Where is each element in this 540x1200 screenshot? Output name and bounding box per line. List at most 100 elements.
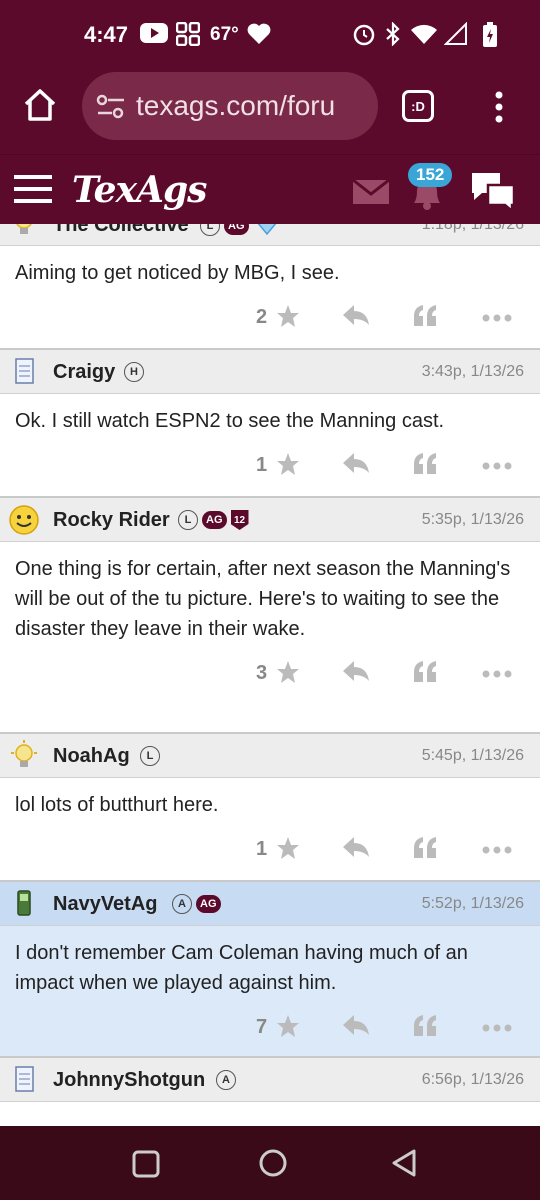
post-actions: 1 — [0, 436, 540, 498]
tab-switcher-button[interactable]: :D — [402, 90, 434, 122]
quote-icon[interactable] — [412, 304, 438, 328]
star-count: 1 — [256, 838, 268, 860]
lightbulb-icon — [16, 224, 32, 234]
more-options-icon[interactable] — [482, 670, 512, 678]
mail-icon[interactable] — [352, 179, 390, 205]
reply-icon[interactable] — [342, 836, 370, 858]
post-time: 5:52p, 1/13/26 — [421, 895, 524, 912]
smiley-icon — [9, 505, 39, 535]
tab-switcher-label: :D — [411, 98, 425, 114]
phone-icon — [17, 890, 31, 916]
reply-icon[interactable] — [342, 304, 370, 326]
more-options-icon[interactable] — [482, 314, 512, 322]
diamond-icon — [257, 224, 276, 236]
post-header: NoahAg L 5:45p, 1/13/26 — [0, 734, 540, 778]
post-username[interactable]: Craigy — [53, 361, 115, 384]
home-nav-icon[interactable] — [258, 1148, 288, 1178]
home-icon[interactable] — [22, 88, 58, 122]
star-count: 3 — [256, 662, 268, 684]
address-bar[interactable]: texags.com/foru — [82, 72, 378, 140]
site-header: TexAgs 152 — [0, 154, 540, 224]
heart-icon — [247, 23, 271, 44]
reply-icon[interactable] — [342, 1014, 370, 1036]
user-tags: L — [140, 746, 160, 766]
more-options-icon[interactable] — [482, 846, 512, 854]
browser-menu-icon[interactable] — [494, 90, 504, 124]
reply-icon[interactable] — [342, 660, 370, 682]
tag-badge: A — [172, 894, 192, 914]
star-count: 7 — [256, 1016, 268, 1038]
notepad-icon — [15, 1066, 34, 1092]
back-icon[interactable] — [390, 1148, 418, 1178]
user-tags: A — [216, 1070, 236, 1090]
tag-badge: L — [140, 746, 160, 766]
status-time: 4:47 — [84, 22, 129, 47]
wifi-icon — [411, 24, 437, 44]
forum-post-highlighted: NavyVetAg A AG 5:52p, 1/13/26 I don't re… — [0, 882, 540, 1058]
post-username[interactable]: The Collective — [53, 224, 189, 237]
forum-post: Craigy H 3:43p, 1/13/26 Ok. I still watc… — [0, 350, 540, 498]
signal-icon — [444, 22, 467, 45]
user-tags: A AG — [172, 894, 221, 914]
post-header: NavyVetAg A AG 5:52p, 1/13/26 — [0, 882, 540, 926]
url-text[interactable]: texags.com/foru — [136, 90, 372, 122]
browser-toolbar: texags.com/foru :D — [0, 72, 540, 154]
post-username[interactable]: NoahAg — [53, 745, 130, 768]
star-icon[interactable] — [276, 304, 300, 328]
star-icon[interactable] — [276, 1014, 300, 1038]
post-username[interactable]: NavyVetAg — [53, 893, 158, 916]
post-username[interactable]: Rocky Rider — [53, 509, 170, 532]
hamburger-menu-icon[interactable] — [14, 175, 54, 205]
user-tags: H — [124, 362, 144, 382]
more-options-icon[interactable] — [482, 462, 512, 470]
post-actions: 1 — [0, 820, 540, 882]
post-username[interactable]: JohnnyShotgun — [53, 1069, 205, 1092]
post-body: Aiming to get noticed by MBG, I see. — [15, 262, 340, 284]
tag-badge: H — [124, 362, 144, 382]
star-count: 2 — [256, 306, 268, 328]
star-icon[interactable] — [276, 836, 300, 860]
post-time: 1:18p, 1/13/26 — [421, 224, 524, 233]
notification-count-badge[interactable]: 152 — [408, 163, 453, 187]
twelfth-man-badge: 12 — [230, 510, 249, 530]
apps-icon — [176, 22, 200, 46]
star-icon[interactable] — [276, 660, 300, 684]
post-body: lol lots of butthurt here. — [15, 794, 219, 816]
recents-icon[interactable] — [132, 1150, 160, 1178]
quote-icon[interactable] — [412, 836, 438, 860]
status-temperature: 67° — [210, 24, 239, 45]
reply-icon[interactable] — [342, 452, 370, 474]
post-actions: 7 — [0, 998, 540, 1060]
post-actions: 3 — [0, 644, 540, 706]
bluetooth-icon — [386, 22, 400, 46]
system-navigation-bar — [0, 1126, 540, 1200]
tag-badge: L — [178, 510, 198, 530]
quote-icon[interactable] — [412, 1014, 438, 1038]
forum-post: The Collective L AG 1:18p, 1/13/26 Aimin… — [0, 224, 540, 350]
site-settings-icon[interactable] — [96, 94, 126, 120]
youtube-icon — [140, 23, 168, 43]
battery-icon — [483, 22, 497, 47]
forum-post: Rocky Rider L AG 12 5:35p, 1/13/26 One t… — [0, 498, 540, 734]
notepad-icon — [15, 358, 34, 384]
quote-icon[interactable] — [412, 452, 438, 476]
quote-icon[interactable] — [412, 660, 438, 684]
post-time: 3:43p, 1/13/26 — [421, 363, 524, 380]
post-body: I don't remember Cam Coleman having much… — [15, 942, 468, 994]
post-body: Ok. I still watch ESPN2 to see the Manni… — [15, 410, 445, 432]
chat-icon[interactable] — [468, 169, 518, 213]
more-options-icon[interactable] — [482, 1024, 512, 1032]
post-header: Craigy H 3:43p, 1/13/26 — [0, 350, 540, 394]
post-time: 6:56p, 1/13/26 — [421, 1071, 524, 1088]
site-logo[interactable]: TexAgs — [72, 169, 207, 211]
user-tags: L AG 12 — [178, 510, 249, 530]
star-icon[interactable] — [276, 452, 300, 476]
post-body: One thing is for certain, after next sea… — [15, 558, 511, 640]
post-header: The Collective L AG 1:18p, 1/13/26 — [0, 224, 540, 246]
post-header: Rocky Rider L AG 12 5:35p, 1/13/26 — [0, 498, 540, 542]
forum-post: JohnnyShotgun A 6:56p, 1/13/26 — [0, 1058, 540, 1118]
tag-badge: A — [216, 1070, 236, 1090]
ag-badge: AG — [196, 895, 221, 913]
post-header: JohnnyShotgun A 6:56p, 1/13/26 — [0, 1058, 540, 1102]
ag-badge: AG — [224, 224, 249, 235]
